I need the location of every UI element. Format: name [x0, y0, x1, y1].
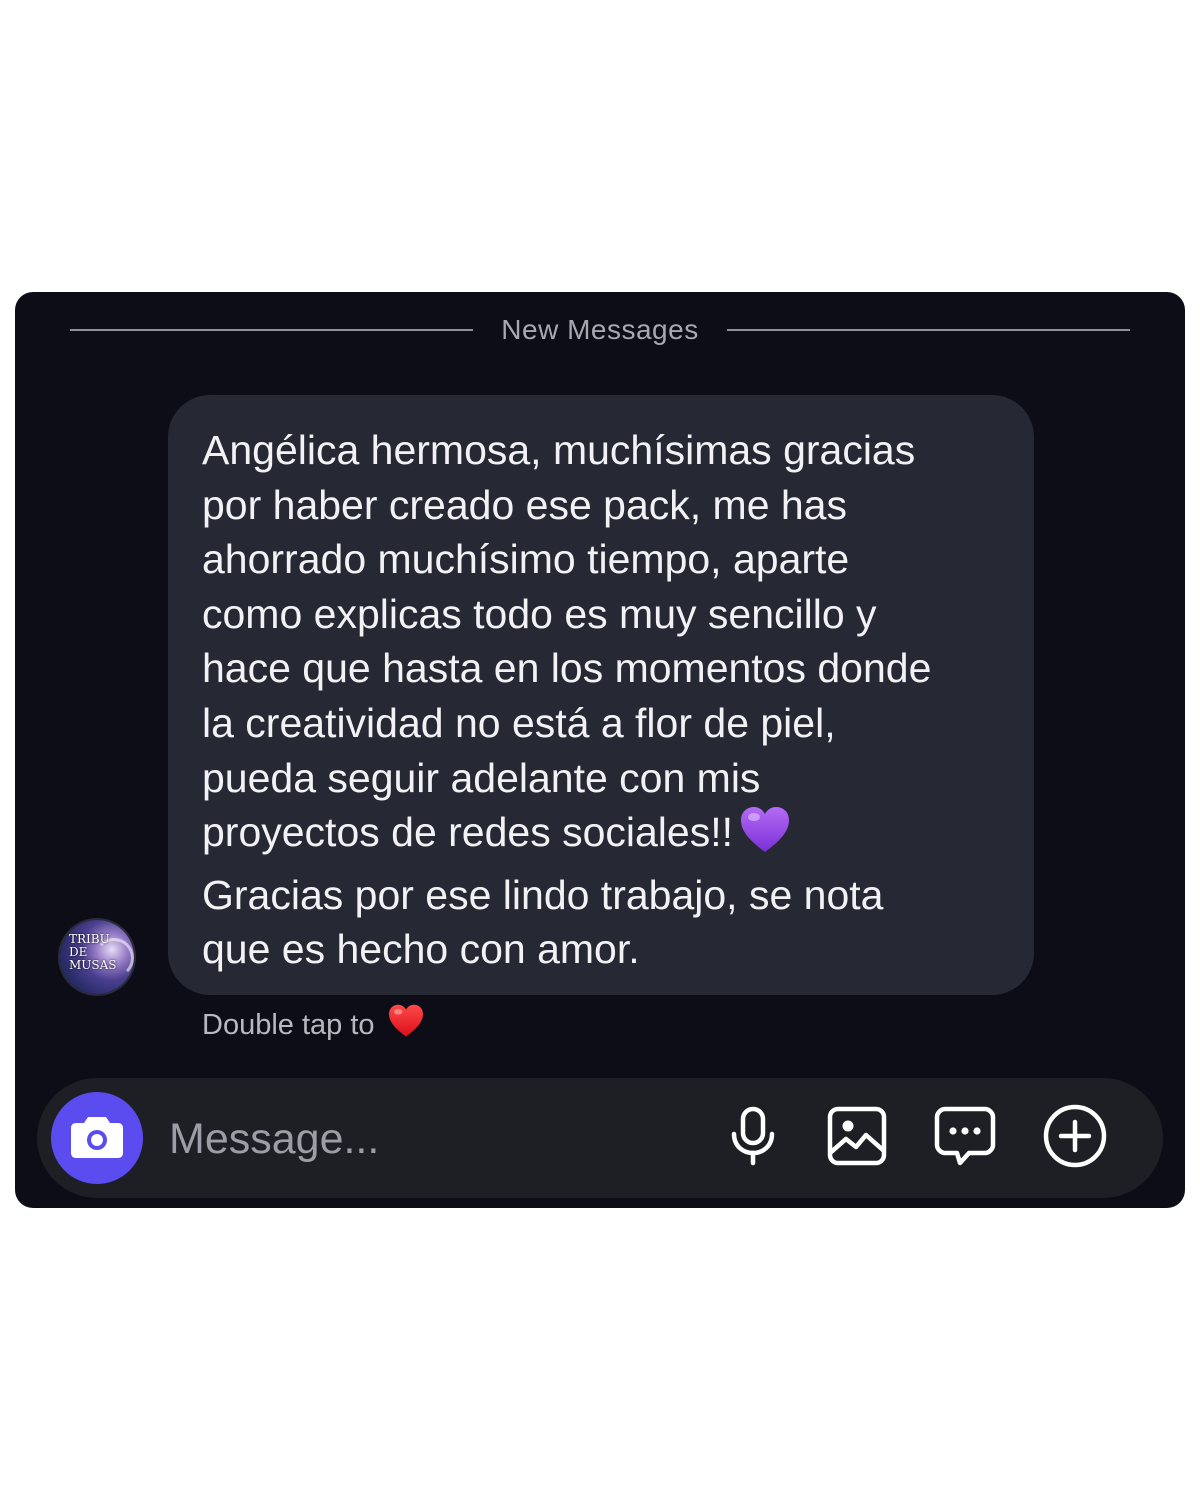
microphone-icon	[728, 1106, 778, 1171]
plus-circle-icon	[1042, 1103, 1108, 1174]
divider-line-left	[70, 329, 474, 331]
chat-bubble-button[interactable]	[933, 1106, 997, 1170]
microphone-button[interactable]	[721, 1106, 785, 1170]
new-messages-divider: New Messages	[70, 312, 1130, 348]
avatar-logo-text: TRIBU DE MUSAS	[69, 932, 117, 972]
camera-icon	[70, 1113, 124, 1164]
message-text-closing: Gracias por ese lindo trabajo, se nota q…	[202, 871, 884, 973]
new-messages-label: New Messages	[501, 314, 699, 345]
chat-screen: New Messages Angélica hermosa, muchísima…	[15, 292, 1185, 1208]
double-tap-label: Double tap to	[202, 1008, 375, 1041]
add-button[interactable]	[1043, 1104, 1107, 1170]
purple-heart-icon	[739, 806, 791, 868]
camera-button[interactable]	[51, 1092, 143, 1184]
page: New Messages Angélica hermosa, muchísima…	[0, 0, 1200, 1500]
message-composer	[37, 1078, 1163, 1198]
message-text: Angélica hermosa, muchísimas gracias por…	[202, 423, 1014, 977]
chat-bubble-icon	[933, 1105, 997, 1172]
red-heart-icon	[387, 1004, 425, 1046]
divider-line-right	[726, 329, 1130, 331]
message-bubble[interactable]: Angélica hermosa, muchísimas gracias por…	[168, 395, 1034, 995]
message-input[interactable]	[167, 1108, 691, 1170]
gallery-button[interactable]	[825, 1106, 889, 1170]
gallery-icon	[826, 1105, 888, 1172]
avatar[interactable]: TRIBU DE MUSAS	[60, 920, 134, 994]
message-text-main: Angélica hermosa, muchísimas gracias por…	[202, 427, 932, 856]
double-tap-hint: Double tap to	[202, 1004, 425, 1046]
